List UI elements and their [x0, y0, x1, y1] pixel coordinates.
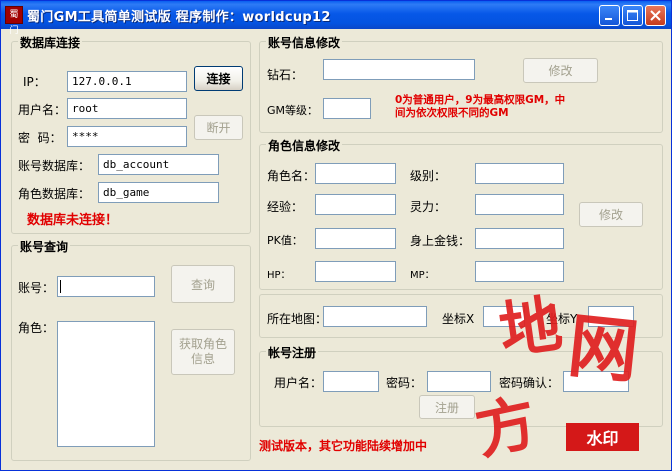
- role-modify-button[interactable]: 修改: [579, 202, 643, 227]
- money-label: 身上金钱：: [410, 234, 471, 248]
- role-level-input[interactable]: [475, 163, 564, 184]
- pk-input[interactable]: [315, 228, 396, 249]
- title-bar[interactable]: 蜀门 蜀门GM工具简单测试版 程序制作：worldcup12: [1, 1, 671, 36]
- role-db-label: 角色数据库：: [18, 187, 91, 201]
- text-caret: [60, 280, 61, 293]
- ip-input[interactable]: 127.0.0.1: [67, 71, 187, 92]
- register-button[interactable]: 注册: [419, 395, 475, 419]
- app-icon: 蜀门: [5, 6, 23, 36]
- minimize-button[interactable]: [599, 5, 620, 26]
- minimize-icon: [605, 18, 612, 20]
- db-user-input[interactable]: root: [67, 98, 187, 119]
- get-role-info-line2: 信息: [190, 352, 215, 366]
- exp-label: 经验：: [267, 200, 304, 214]
- gm-note-line2: 间为依次权限不同的GM: [395, 107, 509, 119]
- map-input[interactable]: [323, 306, 427, 327]
- window-title: 蜀门GM工具简单测试版 程序制作：worldcup12: [27, 10, 331, 25]
- hp-label: HP：: [267, 270, 291, 281]
- role-list[interactable]: [57, 321, 155, 447]
- role-list-label: 角色：: [18, 321, 55, 335]
- role-name-label: 角色名：: [267, 169, 316, 183]
- db-password-label: 密 码：: [18, 131, 62, 145]
- connect-button[interactable]: 连接: [194, 66, 243, 91]
- map-label: 所在地图：: [267, 312, 328, 326]
- role-name-input[interactable]: [315, 163, 396, 184]
- db-user-label: 用户名：: [18, 103, 67, 117]
- gm-level-input[interactable]: [323, 98, 371, 119]
- db-password-input[interactable]: ****: [67, 126, 187, 147]
- maximize-icon: [627, 10, 638, 21]
- spirit-input[interactable]: [475, 194, 564, 215]
- coord-x-label: 坐标X: [442, 312, 475, 326]
- watermark-badge: 水印: [566, 423, 639, 451]
- register-title: 帐号注册: [266, 344, 319, 361]
- query-button[interactable]: 查询: [171, 265, 235, 303]
- exp-input[interactable]: [315, 194, 396, 215]
- gm-level-label: GM等级：: [267, 104, 319, 117]
- pk-label: PK值：: [267, 234, 303, 247]
- role-level-label: 级别：: [410, 169, 447, 183]
- watermark-char-1: 地: [494, 286, 567, 368]
- get-role-info-button[interactable]: 获取角色 信息: [171, 329, 235, 375]
- role-db-input[interactable]: db_game: [98, 182, 219, 203]
- ip-label: IP：: [23, 75, 46, 89]
- diamond-label: 钻石：: [267, 68, 304, 82]
- diamond-input[interactable]: [323, 59, 475, 80]
- money-input[interactable]: [475, 228, 564, 249]
- register-password-label: 密码：: [386, 376, 423, 390]
- role-edit-title: 角色信息修改: [266, 137, 343, 154]
- close-icon: [650, 10, 661, 21]
- watermark-char-2: 网: [564, 303, 643, 394]
- get-role-info-line1: 获取角色: [178, 337, 227, 351]
- register-user-input[interactable]: [323, 371, 379, 392]
- footer-note: 测试版本，其它功能陆续增加中: [259, 439, 428, 453]
- maximize-button[interactable]: [622, 5, 643, 26]
- spirit-label: 灵力：: [410, 200, 447, 214]
- account-modify-button[interactable]: 修改: [523, 58, 598, 83]
- app-window: 蜀门 蜀门GM工具简单测试版 程序制作：worldcup12 数据库连接 IP：…: [0, 0, 672, 471]
- close-button[interactable]: [645, 5, 666, 26]
- disconnect-button[interactable]: 断开: [194, 115, 243, 140]
- db-status-text: 数据库未连接！: [27, 213, 119, 228]
- register-user-label: 用户名：: [274, 376, 323, 390]
- mp-label: MP：: [410, 270, 435, 281]
- gm-note-line1: 0为普通用户，9为最高权限GM，中: [395, 94, 566, 106]
- account-db-input[interactable]: db_account: [98, 154, 219, 175]
- query-account-input[interactable]: [57, 276, 155, 297]
- query-group-title: 账号查询: [18, 238, 71, 255]
- account-edit-title: 账号信息修改: [266, 34, 343, 51]
- gm-level-note: 0为普通用户，9为最高权限GM，中 间为依次权限不同的GM: [395, 94, 565, 120]
- db-group-title: 数据库连接: [18, 34, 83, 51]
- query-account-label: 账号：: [18, 281, 55, 295]
- hp-input[interactable]: [315, 261, 396, 282]
- account-db-label: 账号数据库：: [18, 159, 91, 173]
